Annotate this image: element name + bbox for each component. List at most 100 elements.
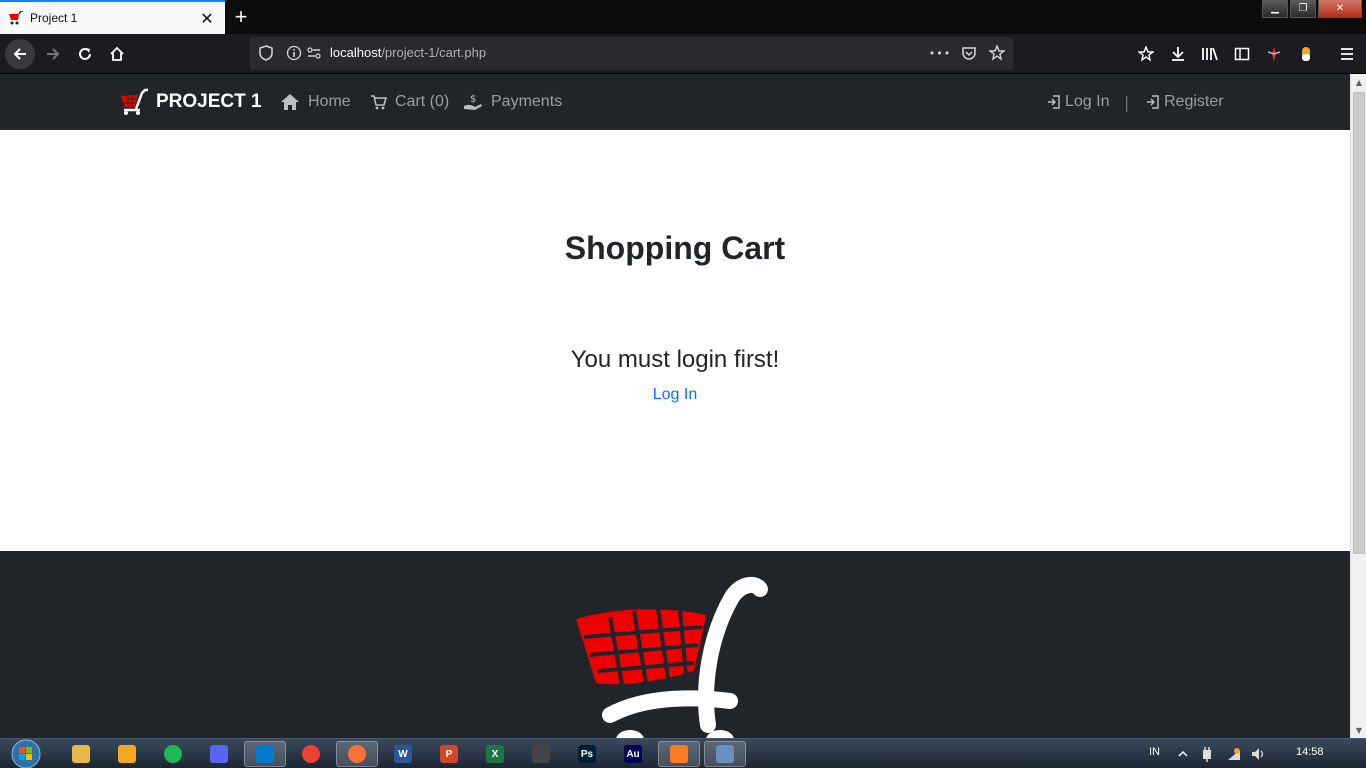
scroll-thumb[interactable] — [1353, 92, 1365, 554]
brand-name: PROJECT 1 — [156, 91, 262, 112]
extension-capsule-icon — [1302, 47, 1310, 61]
scroll-up-icon[interactable]: ▲ — [1351, 74, 1366, 90]
extension-button[interactable] — [1259, 39, 1289, 69]
photoshop-icon: Ps — [578, 745, 596, 763]
hand-dollar-icon: $ — [464, 94, 482, 110]
discord-icon — [210, 745, 228, 763]
media-player-icon — [118, 745, 136, 763]
page-actions-icon[interactable]: ••• — [929, 43, 950, 63]
bookmarks-star-button[interactable] — [1131, 39, 1161, 69]
url-bar[interactable]: localhost/project-1/cart.php ••• — [250, 37, 1013, 70]
taskbar-app-spotify[interactable] — [152, 741, 194, 767]
close-window-button[interactable]: ✕ — [1318, 0, 1362, 18]
forward-button[interactable] — [38, 39, 68, 69]
taskbar-app-paint[interactable] — [704, 741, 746, 767]
volume-icon[interactable] — [1250, 746, 1266, 762]
tab-title: Project 1 — [30, 11, 78, 25]
taskbar-app-firefox[interactable] — [336, 741, 378, 767]
taskbar-app-inkscape[interactable] — [520, 741, 562, 767]
paint-icon — [716, 745, 734, 763]
home-icon — [281, 94, 299, 110]
vscode-icon — [256, 745, 274, 763]
sidebar-button[interactable] — [1227, 39, 1257, 69]
taskbar-app-xampp[interactable] — [658, 741, 700, 767]
back-arrow-icon — [13, 48, 26, 60]
cart-favicon-icon — [9, 11, 23, 25]
extension-leaf-icon — [1267, 47, 1281, 61]
login-link[interactable]: Log In — [653, 386, 697, 403]
nav-separator: | — [1124, 93, 1130, 112]
bookmark-star-icon[interactable] — [987, 43, 1007, 63]
library-button[interactable] — [1195, 39, 1225, 69]
url-host: localhost — [330, 45, 382, 60]
xampp-icon — [670, 745, 688, 763]
firefox-icon — [348, 745, 366, 763]
login-required-message: You must login first! — [570, 346, 780, 373]
shield-icon[interactable] — [256, 43, 276, 63]
login-icon — [1048, 95, 1060, 109]
download-icon — [1172, 47, 1184, 61]
downloads-button[interactable] — [1163, 39, 1193, 69]
library-icon — [1202, 47, 1218, 61]
reload-icon — [79, 48, 91, 60]
audition-icon: Au — [624, 745, 642, 763]
back-button[interactable] — [5, 39, 35, 69]
nav-home[interactable]: Home — [280, 93, 351, 111]
page-title: Shopping Cart — [564, 230, 786, 266]
word-icon: W — [394, 745, 412, 763]
login-link-container: Log In — [0, 386, 1350, 404]
taskbar-app-audition[interactable]: Au — [612, 741, 654, 767]
nav-payments[interactable]: $ Payments — [463, 93, 562, 111]
input-language[interactable]: IN — [1149, 746, 1160, 758]
cart-logo-icon — [121, 88, 148, 115]
spotify-icon — [164, 745, 182, 763]
restore-button[interactable]: ❐ — [1290, 0, 1316, 18]
url-text[interactable]: localhost/project-1/cart.php — [330, 45, 486, 60]
nav-register-label: Register — [1164, 93, 1224, 110]
reload-button[interactable] — [70, 39, 100, 69]
site-navbar: PROJECT 1 Home Cart (0) $ Payments Log I… — [0, 74, 1350, 130]
power-plug-icon[interactable] — [1200, 746, 1214, 762]
cart-icon — [371, 95, 387, 110]
hamburger-menu-icon — [1341, 48, 1353, 60]
pocket-icon[interactable] — [959, 43, 979, 63]
taskbar-app-chrome[interactable] — [290, 741, 332, 767]
svg-text:$: $ — [470, 94, 476, 105]
page-scrollbar[interactable]: ▲ ▼ — [1350, 74, 1366, 738]
home-icon — [110, 46, 124, 61]
taskbar-app-powerpoint[interactable]: P — [428, 741, 470, 767]
inkscape-icon — [532, 745, 550, 763]
taskbar-app-media-player[interactable] — [106, 741, 148, 767]
nav-login-label: Log In — [1065, 93, 1110, 110]
info-icon[interactable] — [284, 43, 304, 63]
star-list-icon — [1138, 46, 1154, 62]
nav-register[interactable]: Register — [1146, 93, 1224, 111]
taskbar-app-vscode[interactable] — [244, 741, 286, 767]
taskbar-app-word[interactable]: W — [382, 741, 424, 767]
nav-login[interactable]: Log In — [1047, 93, 1109, 111]
taskbar-app-discord[interactable] — [198, 741, 240, 767]
main-content: Shopping Cart You must login first! Log … — [0, 130, 1350, 551]
start-button[interactable] — [6, 739, 46, 768]
browser-tab[interactable]: Project 1 ✕ — [0, 0, 225, 34]
nav-cart[interactable]: Cart (0) — [370, 93, 449, 111]
menu-button[interactable] — [1332, 39, 1362, 69]
taskbar-app-explorer[interactable] — [60, 741, 102, 767]
taskbar-app-excel[interactable]: X — [474, 741, 516, 767]
url-path: /project-1/cart.php — [381, 45, 487, 60]
home-button[interactable] — [102, 39, 132, 69]
clock[interactable]: 14:58 — [1296, 746, 1324, 758]
network-icon[interactable] — [1226, 746, 1242, 762]
scroll-down-icon[interactable]: ▼ — [1351, 722, 1366, 738]
taskbar-app-photoshop[interactable]: Ps — [566, 741, 608, 767]
tab-strip: Project 1 ✕ + ▁ ❐ ✕ — [0, 0, 1366, 34]
nav-home-label: Home — [308, 93, 351, 110]
minimize-button[interactable]: ▁ — [1262, 0, 1288, 18]
new-tab-button[interactable]: + — [228, 4, 254, 30]
brand-link[interactable]: PROJECT 1 — [120, 88, 262, 116]
permissions-icon[interactable] — [304, 43, 324, 63]
tray-expand-icon[interactable] — [1178, 749, 1188, 759]
extension-button-2[interactable] — [1291, 39, 1321, 69]
tab-close-icon[interactable]: ✕ — [195, 6, 219, 30]
cart-logo-icon — [576, 576, 768, 738]
